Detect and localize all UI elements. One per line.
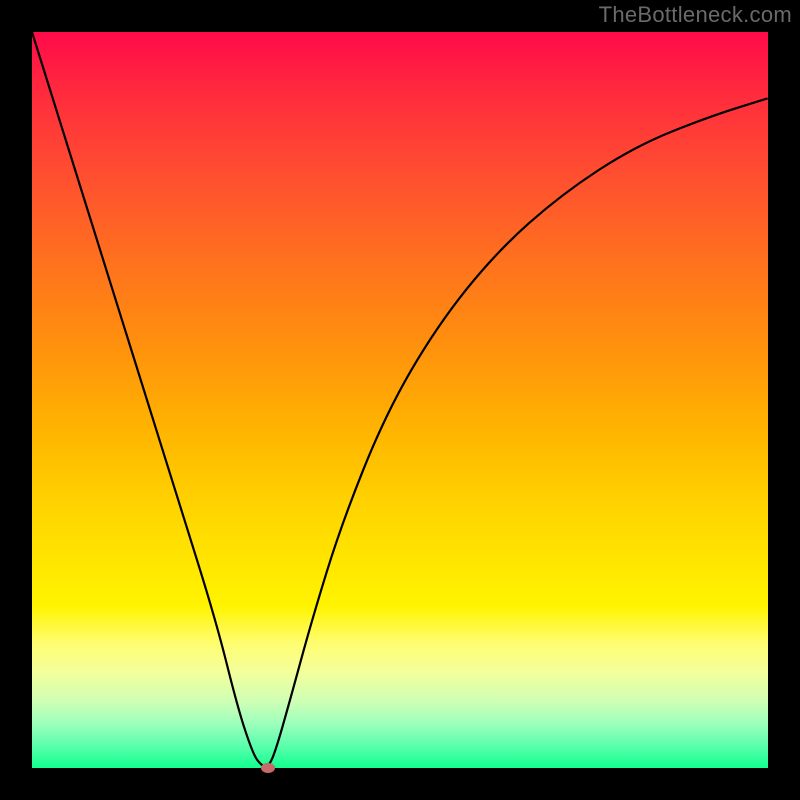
curve-path [32,32,768,767]
watermark-text: TheBottleneck.com [599,2,792,28]
bottleneck-curve [32,32,768,768]
chart-frame: TheBottleneck.com [0,0,800,800]
minimum-marker-dot [261,763,275,773]
plot-area [32,32,768,768]
